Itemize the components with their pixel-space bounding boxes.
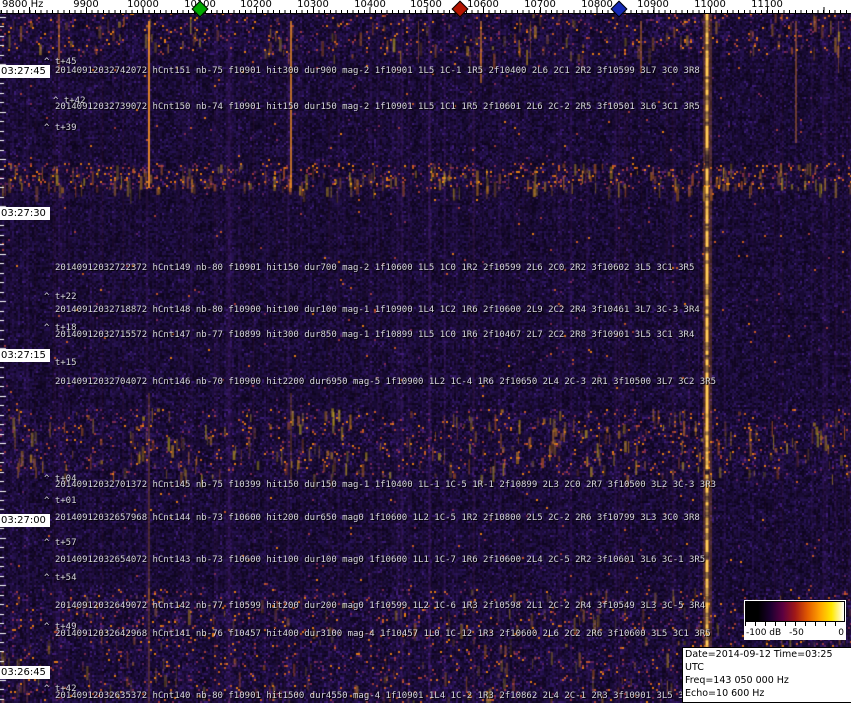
- echo-record-line: 20140912032654072 hCnt143 nb-73 f10600 h…: [55, 555, 705, 565]
- freq-tick-label: 9800 Hz: [2, 0, 43, 10]
- freq-tick-label: 10200: [240, 0, 272, 10]
- echo-time-marker: ^ t+57: [44, 538, 77, 548]
- freq-tick-label: 11000: [694, 0, 726, 10]
- db-legend-ticks: [745, 622, 845, 626]
- spectrogram-canvas: [0, 13, 851, 703]
- echo-record-line: 20140912032739072 hCnt150 nb-74 f10901 h…: [55, 102, 700, 112]
- echo-record-line: 20140912032704072 hCnt146 nb-70 f10900 h…: [55, 377, 716, 387]
- echo-record-line: 20140912032642968 hCnt141 nb-76 f10457 h…: [55, 629, 711, 639]
- info-echo-freq: Echo=10 600 Hz: [685, 687, 850, 700]
- echo-record-line: 20140912032649072 hCnt142 nb-77 f10599 h…: [55, 601, 705, 611]
- echo-time-marker: ^ t+01: [44, 496, 77, 506]
- freq-tick-label: 10600: [467, 0, 499, 10]
- echo-time-marker: ^ t+22: [44, 292, 77, 302]
- freq-tick-label: 10800: [581, 0, 613, 10]
- echo-monitor-window: 9800 Hz 9900 10000 10100 10200 10300 104…: [0, 0, 851, 703]
- time-tick-label: 03:27:30: [0, 207, 50, 220]
- echo-record-line: 20140912032657968 hCnt144 nb-73 f10600 h…: [55, 513, 700, 523]
- frequency-ruler: 9800 Hz 9900 10000 10100 10200 10300 104…: [0, 0, 851, 14]
- freq-tick-label: 10900: [637, 0, 669, 10]
- freq-tick-label: 10700: [524, 0, 556, 10]
- echo-record-line: 20140912032742072 hCnt151 nb-75 f10901 h…: [55, 66, 700, 76]
- freq-tick-label: 10000: [127, 0, 159, 10]
- freq-tick-label: 11100: [751, 0, 783, 10]
- info-date-time: Date=2014-09-12 Time=03:25 UTC: [685, 648, 850, 674]
- db-mid-label: -50: [789, 628, 804, 638]
- echo-record-line: 20140912032722372 hCnt149 nb-80 f10901 h…: [55, 263, 694, 273]
- db-max-label: 0: [838, 628, 844, 638]
- time-tick-label: 03:27:45: [0, 65, 50, 78]
- info-frequency: Freq=143 050 000 Hz: [685, 674, 850, 687]
- echo-time-marker: ^ t+39: [44, 123, 77, 133]
- freq-tick-label: 10300: [297, 0, 329, 10]
- db-min-label: -100 dB: [746, 628, 781, 638]
- db-gradient: [745, 601, 845, 622]
- echo-time-marker: ^ t+54: [44, 573, 77, 583]
- echo-record-line: 20140912032635372 hCnt140 nb-80 f10901 h…: [55, 691, 721, 701]
- freq-tick-label: 9900: [73, 0, 98, 10]
- freq-tick-label: 10400: [354, 0, 386, 10]
- time-tick-label: 03:27:00: [0, 514, 50, 527]
- status-info-box: Date=2014-09-12 Time=03:25 UTC Freq=143 …: [682, 647, 851, 703]
- db-color-legend: -100 dB -50 0: [744, 600, 846, 640]
- echo-record-line: 20140912032718872 hCnt148 nb-80 f10900 h…: [55, 305, 700, 315]
- time-tick-label: 03:26:45: [0, 666, 50, 679]
- echo-record-line: 20140912032715572 hCnt147 nb-77 f10899 h…: [55, 330, 694, 340]
- freq-tick-label: 10500: [410, 0, 442, 10]
- echo-record-line: 20140912032701372 hCnt145 nb-75 f10399 h…: [55, 480, 716, 490]
- time-tick-label: 03:27:15: [0, 349, 50, 362]
